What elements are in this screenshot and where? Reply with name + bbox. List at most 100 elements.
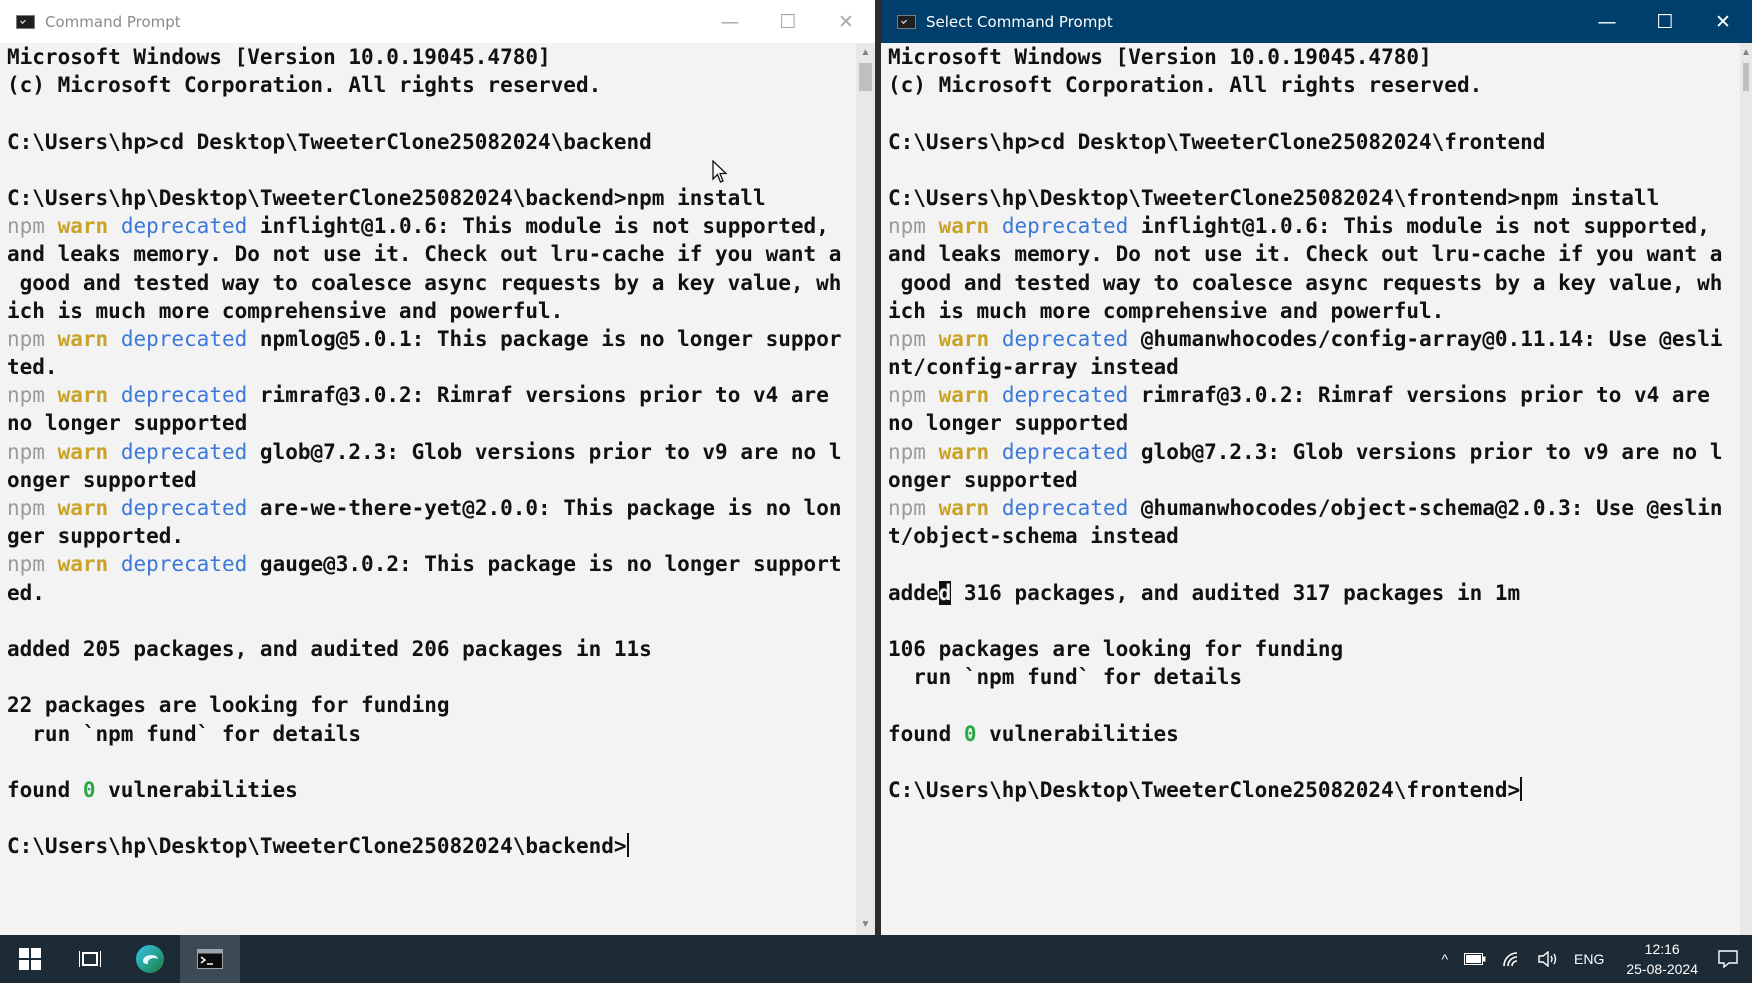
console-text: @humanwhocodes/object-schema@2.0.3: Use … bbox=[1128, 496, 1723, 520]
console-text: Microsoft Windows [Version 10.0.19045.47… bbox=[7, 45, 551, 69]
scrollbar-thumb[interactable] bbox=[1743, 63, 1749, 91]
input-language-button[interactable]: ENG bbox=[1566, 951, 1612, 967]
console-text: C:\Users\hp>cd Desktop\TweeterClone25082… bbox=[7, 129, 652, 154]
speaker-icon bbox=[1538, 951, 1557, 967]
chevron-up-icon: ^ bbox=[1441, 951, 1449, 967]
console-line: 106 packages are looking for funding bbox=[888, 635, 1740, 663]
scrollbar-thumb[interactable] bbox=[859, 63, 872, 91]
title-bar-active[interactable]: Select Command Prompt — ☐ ✕ bbox=[881, 0, 1752, 43]
maximize-button[interactable]: ☐ bbox=[759, 0, 817, 43]
console-text: and leaks memory. Do not use it. Check o… bbox=[7, 242, 842, 267]
text-cursor bbox=[1520, 776, 1523, 801]
console-text: onger supported bbox=[888, 467, 1078, 492]
edge-browser-icon bbox=[136, 945, 164, 973]
minimize-icon: — bbox=[1597, 10, 1617, 33]
close-button[interactable]: ✕ bbox=[817, 0, 875, 43]
console-line: no longer supported bbox=[7, 409, 856, 437]
wifi-icon bbox=[1503, 952, 1518, 967]
console-text: found bbox=[888, 721, 964, 746]
console-token-npm: npm bbox=[888, 496, 926, 520]
console-text: no longer supported bbox=[7, 411, 248, 436]
notifications-button[interactable] bbox=[1712, 950, 1752, 968]
console-token-npm: npm bbox=[7, 496, 45, 520]
console-token-dep: deprecated bbox=[1001, 383, 1129, 408]
console-line: t/object-schema instead bbox=[888, 522, 1740, 550]
edge-browser-button[interactable] bbox=[120, 935, 180, 983]
console-token-warn: warn bbox=[938, 326, 990, 351]
close-icon: ✕ bbox=[1715, 10, 1731, 33]
console-text: C:\Users\hp\Desktop\TweeterClone25082024… bbox=[888, 777, 1521, 802]
show-hidden-icons-button[interactable]: ^ bbox=[1433, 951, 1456, 967]
mouse-pointer-icon bbox=[712, 160, 728, 183]
console-line: added 205 packages, and audited 206 pack… bbox=[7, 635, 856, 663]
vertical-scrollbar[interactable]: ▲ ▼ bbox=[856, 43, 875, 935]
console-token-zero: 0 bbox=[82, 777, 96, 802]
console-line: found 0 vulnerabilities bbox=[7, 776, 856, 804]
console-line: ger supported. bbox=[7, 522, 856, 550]
console-token-npm: npm bbox=[888, 326, 926, 351]
console-output[interactable]: Microsoft Windows [Version 10.0.19045.47… bbox=[881, 43, 1740, 935]
battery-button[interactable] bbox=[1456, 953, 1494, 965]
vertical-scrollbar[interactable]: ▲ bbox=[1740, 43, 1752, 935]
title-bar[interactable]: Command Prompt — ☐ ✕ bbox=[0, 0, 875, 43]
command-prompt-window-left[interactable]: Command Prompt — ☐ ✕ Microsoft Windows [… bbox=[0, 0, 875, 935]
console-token-dep: deprecated bbox=[1001, 214, 1129, 239]
console-text: inflight@1.0.6: This module is not suppo… bbox=[247, 214, 829, 239]
console-token-dep: deprecated bbox=[120, 326, 248, 351]
console-text: 106 packages are looking for funding bbox=[888, 636, 1344, 661]
console-text: (c) Microsoft Corporation. All rights re… bbox=[7, 73, 602, 98]
console-line: npm warn deprecated npmlog@5.0.1: This p… bbox=[7, 325, 856, 353]
console-text: no longer supported bbox=[888, 411, 1129, 436]
network-button[interactable] bbox=[1494, 951, 1530, 967]
cmd-taskbar-icon bbox=[197, 949, 223, 969]
task-view-button[interactable] bbox=[60, 935, 120, 983]
console-line: npm warn deprecated inflight@1.0.6: This… bbox=[7, 212, 856, 240]
text-cursor bbox=[626, 833, 629, 858]
console-text: found bbox=[7, 777, 83, 802]
console-text: ger supported. bbox=[7, 524, 185, 549]
maximize-button[interactable]: ☐ bbox=[1636, 0, 1694, 43]
console-line: 22 packages are looking for funding bbox=[7, 691, 856, 719]
scroll-up-arrow-icon[interactable]: ▲ bbox=[856, 45, 875, 61]
close-button[interactable]: ✕ bbox=[1694, 0, 1752, 43]
console-text: 316 packages, and audited 317 packages i… bbox=[951, 580, 1521, 605]
taskbar: ^ ENG 12:16 25-08-2024 bbox=[0, 935, 1752, 983]
console-token-npm: npm bbox=[888, 439, 926, 464]
console-text: good and tested way to coalesce async re… bbox=[888, 270, 1723, 295]
command-prompt-taskbar-button[interactable] bbox=[180, 935, 240, 983]
minimize-button[interactable]: — bbox=[701, 0, 759, 43]
start-button[interactable] bbox=[0, 935, 60, 983]
command-prompt-window-right[interactable]: Select Command Prompt — ☐ ✕ Microsoft Wi… bbox=[881, 0, 1752, 935]
console-token-npm: npm bbox=[7, 214, 45, 239]
window-title: Command Prompt bbox=[45, 12, 181, 31]
console-line: ed. bbox=[7, 579, 856, 607]
console-text: C:\Users\hp\Desktop\TweeterClone25082024… bbox=[7, 185, 766, 210]
scroll-up-arrow-icon[interactable]: ▲ bbox=[1740, 45, 1752, 61]
window-controls: — ☐ ✕ bbox=[1578, 0, 1752, 43]
console-token-dep: deprecated bbox=[120, 214, 248, 239]
clock-button[interactable]: 12:16 25-08-2024 bbox=[1612, 939, 1712, 979]
console-text: C:\Users\hp\Desktop\TweeterClone25082024… bbox=[7, 834, 627, 859]
volume-button[interactable] bbox=[1530, 951, 1566, 967]
console-text: npmlog@5.0.1: This package is no longer … bbox=[247, 326, 842, 351]
console-line: ich is much more comprehensive and power… bbox=[888, 297, 1740, 325]
console-text: C:\Users\hp\Desktop\TweeterClone25082024… bbox=[888, 185, 1660, 210]
console-line: onger supported bbox=[7, 466, 856, 494]
scroll-down-arrow-icon[interactable]: ▼ bbox=[856, 917, 875, 933]
minimize-button[interactable]: — bbox=[1578, 0, 1636, 43]
console-line: npm warn deprecated glob@7.2.3: Glob ver… bbox=[7, 438, 856, 466]
system-tray: ^ ENG 12:16 25-08-2024 bbox=[1433, 935, 1752, 983]
console-token-dep: deprecated bbox=[120, 496, 248, 520]
